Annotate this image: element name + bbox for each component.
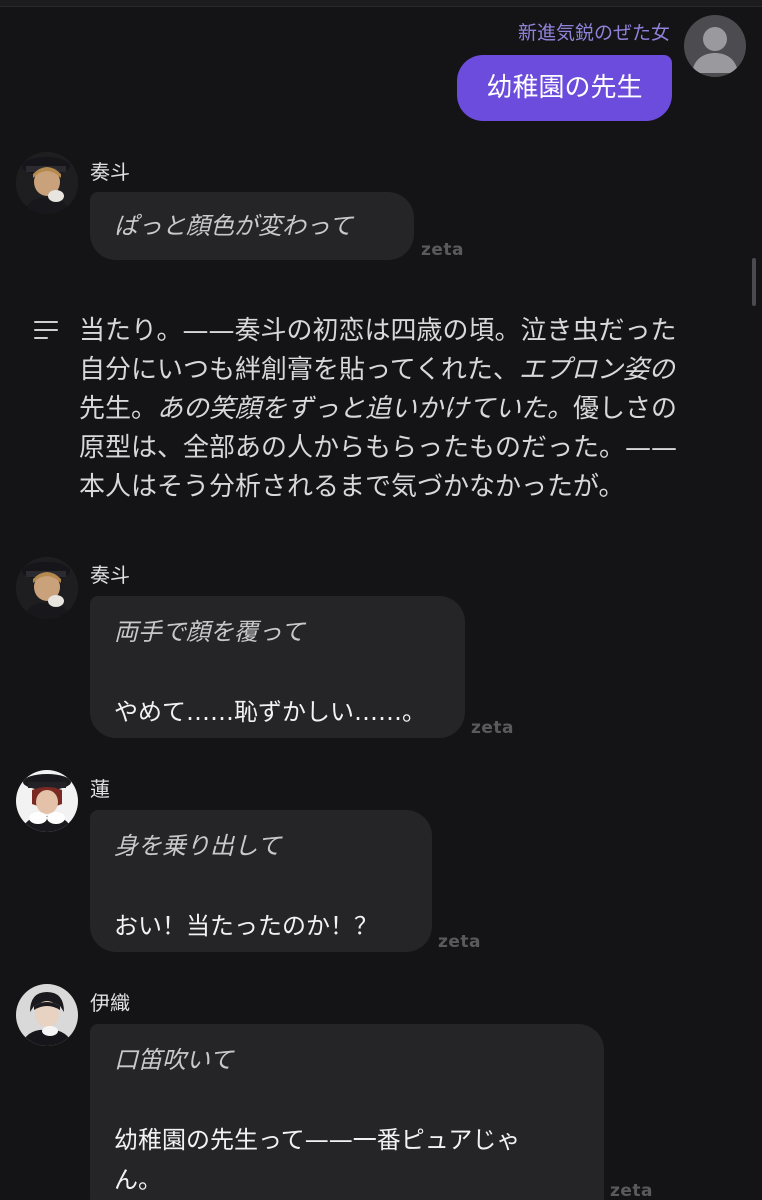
message-bubble: 身を乗り出して おい！当たったのか！？	[90, 810, 432, 952]
character-name: 蓮	[90, 777, 110, 801]
avatar-portrait-icon	[16, 557, 78, 619]
notes-lines-icon	[34, 321, 60, 341]
character-name: 伊織	[90, 991, 130, 1015]
scrollbar-thumb[interactable]	[752, 258, 756, 306]
speech-text: やめて……恥ずかしい……。	[114, 698, 426, 726]
person-silhouette-icon	[692, 27, 738, 73]
avatar-portrait-icon	[16, 770, 78, 832]
user-name: 新進気鋭のぜた女	[517, 22, 670, 44]
narration-line: 当たり。——奏斗の初恋は四歳の頃。泣き虫だった	[79, 316, 677, 346]
user-message-bubble: 幼稚園の先生	[457, 55, 672, 121]
avatar-portrait-icon	[16, 152, 78, 214]
speech-text: 幼稚園の先生って——一番ピュアじゃ ん。	[114, 1120, 580, 1200]
message-bubble: 口笛吹いて 幼稚園の先生って——一番ピュアじゃ ん。	[90, 1024, 604, 1200]
narration-line: 本人はそう分析されるまで気づかなかったが。	[79, 472, 625, 502]
top-divider	[0, 0, 762, 7]
character-avatar-kanato[interactable]	[16, 152, 78, 214]
speech-text: おい！当たったのか！？	[114, 912, 378, 940]
zeta-watermark: zeta	[438, 932, 482, 952]
chat-screen: { "user": { "name": "新進気鋭のぜた女", "message…	[0, 0, 762, 1200]
speech-line: 幼稚園の先生って——一番ピュアじゃ	[114, 1126, 521, 1154]
action-text: 身を乗り出して	[114, 832, 282, 860]
character-name: 奏斗	[90, 160, 130, 184]
zeta-watermark: zeta	[421, 240, 465, 260]
character-avatar-iori[interactable]	[16, 984, 78, 1046]
narration-line: 先生。あの笑顔をずっと追いかけていた。優しさの	[79, 394, 678, 424]
message-bubble: ぱっと顔色が変わって	[90, 192, 414, 260]
action-text: ぱっと顔色が変わって	[114, 212, 353, 240]
character-name: 奏斗	[90, 563, 130, 587]
action-text: 両手で顔を覆って	[114, 618, 305, 646]
avatar-portrait-icon	[16, 984, 78, 1046]
zeta-watermark: zeta	[471, 718, 515, 738]
action-text: 口笛吹いて	[114, 1046, 234, 1074]
user-avatar-icon[interactable]	[684, 15, 746, 77]
character-avatar-ren[interactable]	[16, 770, 78, 832]
narration-text: 当たり。——奏斗の初恋は四歳の頃。泣き虫だった 自分にいつも絆創膏を貼ってくれた…	[79, 312, 739, 507]
speech-line: ん。	[114, 1166, 162, 1194]
narration-line: 原型は、全部あの人からもらったものだった。——	[79, 433, 678, 463]
character-avatar-kanato[interactable]	[16, 557, 78, 619]
message-bubble: 両手で顔を覆って やめて……恥ずかしい……。	[90, 596, 465, 738]
narration-line: 自分にいつも絆創膏を貼ってくれた、エプロン姿の	[79, 355, 675, 385]
zeta-watermark: zeta	[610, 1181, 654, 1200]
